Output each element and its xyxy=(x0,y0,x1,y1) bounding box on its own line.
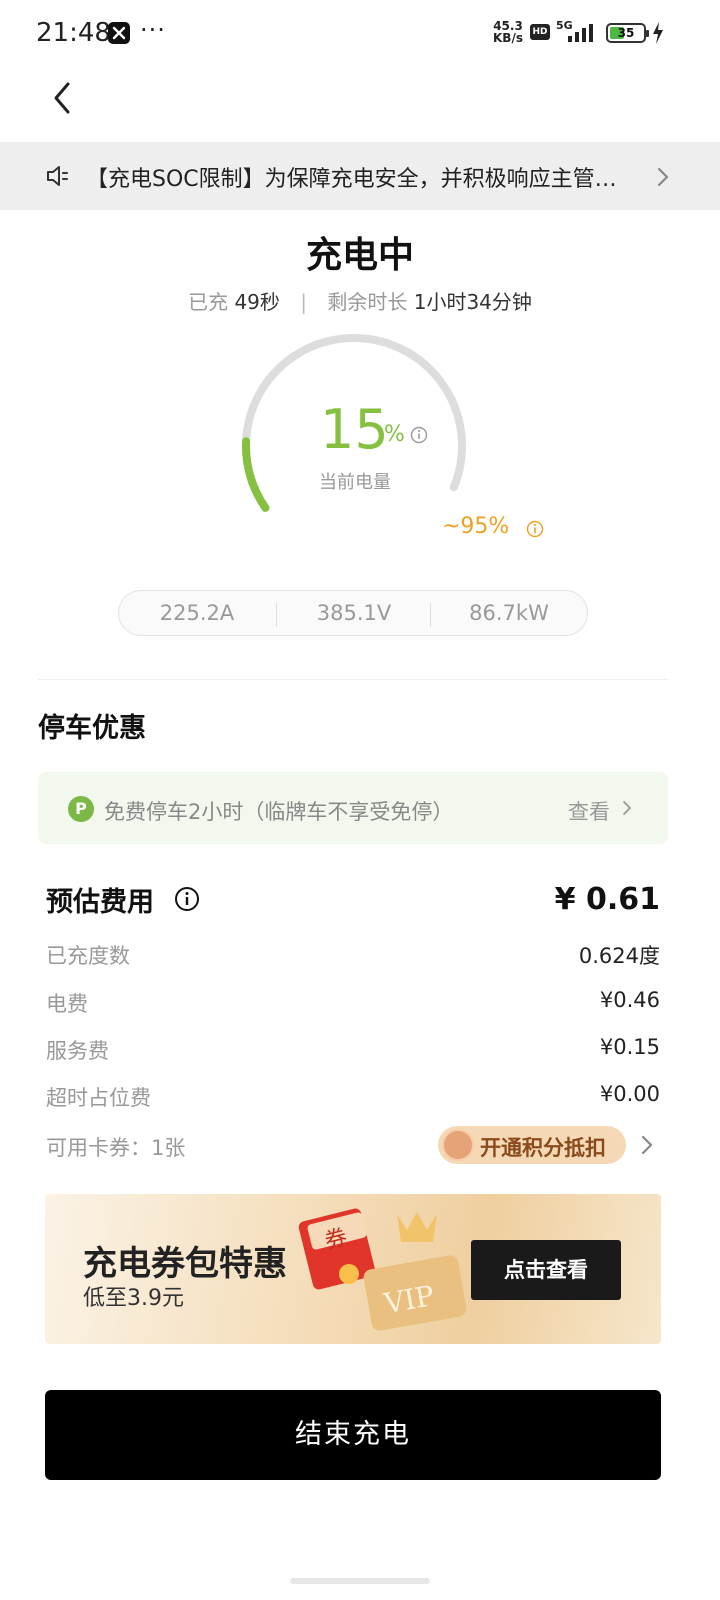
overtime-fee-value: ¥0.00 xyxy=(599,1082,660,1106)
back-button[interactable] xyxy=(44,78,84,118)
home-indicator xyxy=(290,1578,430,1584)
divider: | xyxy=(300,290,307,314)
charged-value: 49秒 xyxy=(234,290,280,314)
app-notification-icon xyxy=(108,22,130,44)
info-icon[interactable] xyxy=(410,426,428,444)
charging-page: 21:48 ··· 45.3 KB/s HD 5G 35 【充电SOC限制】为保… xyxy=(0,0,720,1600)
remaining-value: 1小时34分钟 xyxy=(413,290,532,314)
current-value: 225.2A xyxy=(159,601,235,625)
charging-bolt-icon xyxy=(653,22,663,44)
target-soc: ~95% xyxy=(442,514,510,539)
signal-icon xyxy=(568,24,593,42)
view-coupons-button[interactable]: 点击查看 xyxy=(471,1240,621,1300)
soc-label: 当前电量 xyxy=(319,472,391,493)
end-charging-button[interactable]: 结束充电 xyxy=(45,1390,661,1480)
gauge-fill xyxy=(242,437,270,512)
overtime-fee-label: 超时占位费 xyxy=(46,1086,151,1110)
parking-view-link[interactable]: 查看 xyxy=(568,796,610,826)
charging-status-title: 充电中 xyxy=(305,235,414,276)
charging-duration-line: 已充 49秒 | 剩余时长 1小时34分钟 xyxy=(0,286,720,315)
parking-icon: P xyxy=(68,796,94,822)
available-coupons[interactable]: 可用卡券：1张 xyxy=(46,1132,185,1162)
speaker-icon xyxy=(47,166,68,186)
banner-title: 充电券包特惠 xyxy=(83,1244,287,1284)
electricity-fee-label: 电费 xyxy=(46,992,88,1016)
chevron-right-icon xyxy=(623,801,631,815)
estimated-fee-title: 预估费用 xyxy=(46,887,154,918)
status-time: 21:48 xyxy=(36,18,111,48)
points-deduction-label: 开通积分抵扣 xyxy=(480,1136,606,1160)
charging-stats: 225.2A 385.1V 86.7kW xyxy=(118,590,588,636)
banner-subtitle: 低至3.9元 xyxy=(83,1286,184,1311)
parking-section-title: 停车优惠 xyxy=(38,713,146,744)
battery-level: 35 xyxy=(617,26,635,40)
service-fee-label: 服务费 xyxy=(46,1039,109,1063)
status-more-icon: ··· xyxy=(140,16,166,44)
points-deduction-button[interactable]: 开通积分抵扣 xyxy=(438,1126,626,1164)
status-bar: 21:48 ··· 45.3 KB/s HD 5G 35 xyxy=(0,0,720,66)
charged-label: 已充 xyxy=(188,290,229,314)
section-divider xyxy=(38,679,668,680)
coupon-package-banner[interactable]: 充电券包特惠 低至3.9元 券 VIP 点击查看 xyxy=(45,1194,661,1344)
target-info-icon[interactable] xyxy=(526,520,544,538)
fee-info-icon[interactable] xyxy=(174,886,200,912)
service-fee-value: ¥0.15 xyxy=(599,1035,660,1059)
parking-offer-card[interactable]: P 免费停车2小时（临牌车不享受免停） 查看 xyxy=(38,772,668,844)
coupon-vip-illustration: 券 VIP xyxy=(298,1208,467,1331)
remaining-label: 剩余时长 xyxy=(327,290,408,314)
energy-label: 已充度数 xyxy=(46,944,130,968)
notice-text: 【充电SOC限制】为保障充电安全，并积极响应主管… xyxy=(86,167,617,192)
notice-bar[interactable]: 【充电SOC限制】为保障充电安全，并积极响应主管… xyxy=(0,142,720,210)
battery-icon: 35 xyxy=(606,23,649,43)
voltage-value: 385.1V xyxy=(316,601,392,625)
electricity-fee-value: ¥0.46 xyxy=(599,988,660,1012)
power-value: 86.7kW xyxy=(469,601,549,625)
estimated-fee-total: ¥ 0.61 xyxy=(554,882,660,917)
net-speed-unit: KB/s xyxy=(493,31,523,45)
chevron-right-icon xyxy=(657,167,669,187)
energy-value: 0.624度 xyxy=(578,944,660,968)
soc-percent-sign: % xyxy=(384,422,405,447)
net-speed: 45.3 KB/s xyxy=(493,20,523,44)
soc-percentage: 15 xyxy=(320,398,389,461)
coin-icon xyxy=(442,1129,474,1161)
parking-offer-text: 免费停车2小时（临牌车不享受免停） xyxy=(104,800,454,824)
chevron-right-icon[interactable] xyxy=(640,1134,654,1156)
hd-icon: HD xyxy=(530,24,550,40)
